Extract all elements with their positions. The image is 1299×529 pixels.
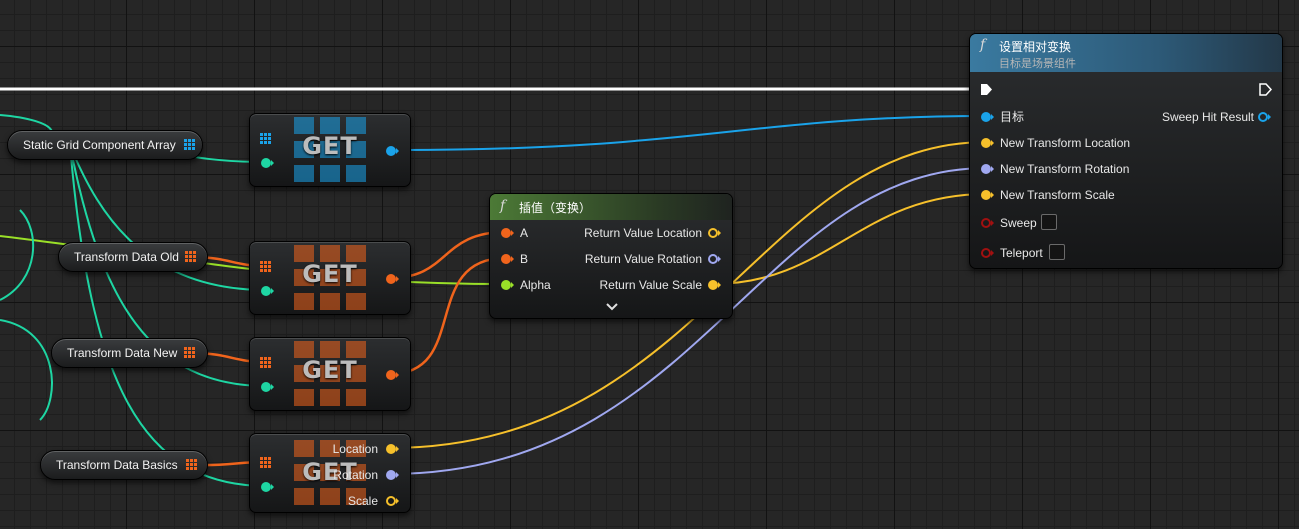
new-rotation-input-pin[interactable] (980, 163, 994, 175)
array-input-pin[interactable] (260, 357, 272, 369)
return-scale-pin[interactable] (707, 279, 721, 291)
object-wire (399, 115, 988, 151)
transform-basics-variable[interactable]: Transform Data Basics (40, 450, 208, 480)
transform-old-variable[interactable]: Transform Data Old (58, 242, 208, 272)
int-wires (0, 114, 267, 487)
new-rotation-label: New Transform Rotation (1000, 162, 1130, 176)
return-scale-label: Return Value Scale (599, 278, 702, 292)
struct-output-pin[interactable] (385, 273, 399, 285)
exec-input-pin[interactable] (980, 83, 993, 96)
rotation-pin-label: Rotation (333, 468, 378, 482)
b-pin-label: B (520, 252, 529, 266)
index-input-pin[interactable] (260, 157, 274, 169)
transform-basics-label: Transform Data Basics (56, 458, 178, 472)
transform-new-label: Transform Data New (67, 346, 178, 360)
target-pin-label: 目标 (1000, 110, 1025, 124)
return-rotation-pin[interactable] (707, 253, 721, 265)
index-input-pin[interactable] (260, 285, 274, 297)
sweep-hit-label: Sweep Hit Result (1161, 110, 1254, 124)
array-input-pin[interactable] (260, 261, 272, 273)
array-input-pin[interactable] (260, 133, 272, 145)
array-pin-icon[interactable] (186, 459, 197, 470)
teleport-label: Teleport (1000, 246, 1043, 260)
function-icon: f (500, 198, 506, 214)
array-pin-icon[interactable] (184, 139, 195, 150)
lerp-transform-node[interactable]: f 插值（变换） A B Alpha Return Value Location… (489, 193, 733, 319)
index-input-pin[interactable] (260, 481, 274, 493)
set-transform-subtitle: 目标是场景组件 (999, 58, 1076, 70)
location-output-pin[interactable] (385, 443, 399, 455)
array-pin-icon[interactable] (184, 347, 195, 358)
location-pin-label: Location (332, 442, 378, 456)
b-input-pin[interactable] (500, 253, 514, 265)
a-input-pin[interactable] (500, 227, 514, 239)
chevron-down-icon[interactable] (606, 302, 618, 312)
lerp-title: 插值（变换） (519, 201, 592, 215)
scale-pin-label: Scale (347, 494, 378, 508)
array-pin-icon[interactable] (185, 251, 196, 262)
object-output-pin[interactable] (385, 145, 399, 157)
scale-output-pin[interactable] (385, 495, 399, 507)
return-location-pin[interactable] (707, 227, 721, 239)
new-scale-input-pin[interactable] (980, 189, 994, 201)
teleport-input-pin[interactable] (980, 247, 994, 259)
sweep-checkbox[interactable] (1041, 214, 1057, 230)
target-input-pin[interactable] (980, 111, 994, 123)
vector-wire-scale (712, 193, 988, 285)
get-node-transform-new[interactable]: GET (249, 337, 411, 411)
new-location-label: New Transform Location (1000, 136, 1131, 150)
function-icon: f (980, 37, 986, 53)
static-grid-label: Static Grid Component Array (23, 138, 176, 152)
get-node-transform-basics[interactable]: GET Location Rotation Scale (249, 433, 411, 513)
rotation-output-pin[interactable] (385, 469, 399, 481)
array-input-pin[interactable] (260, 457, 272, 469)
exec-output-pin[interactable] (1259, 83, 1272, 96)
struct-output-pin[interactable] (385, 369, 399, 381)
index-input-pin[interactable] (260, 381, 274, 393)
alpha-pin-label: Alpha (520, 278, 551, 292)
new-scale-label: New Transform Scale (1000, 188, 1115, 202)
set-relative-transform-node[interactable]: f 设置相对变换 目标是场景组件 目标 Sweep Hit Result New… (969, 33, 1283, 269)
return-rotation-label: Return Value Rotation (584, 252, 702, 266)
set-transform-title: 设置相对变换 (999, 40, 1072, 54)
return-location-label: Return Value Location (584, 226, 702, 240)
get-node-grid[interactable]: GET (249, 113, 411, 187)
get-node-transform-old[interactable]: GET (249, 241, 411, 315)
alpha-input-pin[interactable] (500, 279, 514, 291)
transform-old-label: Transform Data Old (74, 250, 179, 264)
teleport-checkbox[interactable] (1049, 244, 1065, 260)
transform-new-variable[interactable]: Transform Data New (51, 338, 208, 368)
static-grid-variable[interactable]: Static Grid Component Array (7, 130, 203, 160)
sweep-input-pin[interactable] (980, 217, 994, 229)
sweep-hit-output-pin[interactable] (1257, 111, 1271, 123)
a-pin-label: A (520, 226, 529, 240)
sweep-label: Sweep (1000, 216, 1037, 230)
new-location-input-pin[interactable] (980, 137, 994, 149)
